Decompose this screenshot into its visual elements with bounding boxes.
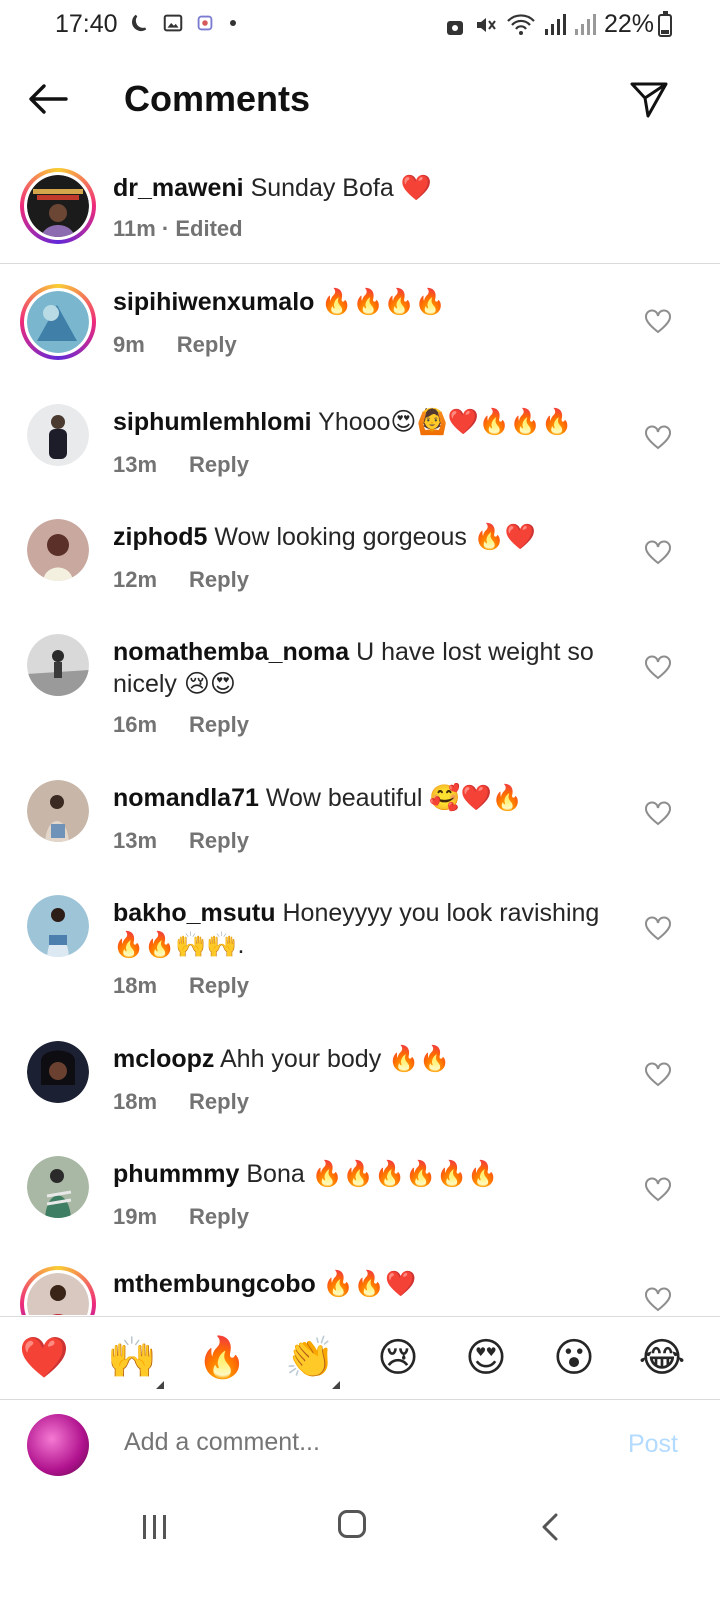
comment-username[interactable]: mcloopz xyxy=(113,1045,214,1073)
heart-icon[interactable] xyxy=(644,1286,672,1314)
comment-text: Wow beautiful 🥰❤️🔥 xyxy=(265,784,523,812)
comment-avatar[interactable] xyxy=(27,1041,89,1103)
comment-time: 13m xyxy=(113,828,158,853)
heart-icon[interactable] xyxy=(644,1176,672,1204)
reply-button[interactable]: Reply xyxy=(177,332,237,357)
comment-avatar[interactable] xyxy=(27,519,89,581)
comment-username[interactable]: ziphod5 xyxy=(113,523,207,551)
wifi-icon xyxy=(507,13,535,35)
home-icon[interactable] xyxy=(338,1510,366,1538)
comment-text: Ahh your body 🔥🔥 xyxy=(219,1045,451,1073)
emoji-raised-hands[interactable]: 🙌 xyxy=(102,1333,162,1383)
post-button[interactable]: Post xyxy=(628,1430,678,1459)
avatar-image xyxy=(27,1273,89,1315)
heart-icon[interactable] xyxy=(644,539,672,567)
battery-fill xyxy=(661,29,669,34)
heart-icon[interactable] xyxy=(644,424,672,452)
emoji-heart[interactable]: ❤️ xyxy=(14,1333,74,1383)
comment-avatar[interactable] xyxy=(27,780,89,842)
comment-avatar[interactable] xyxy=(20,1266,96,1315)
comment-text: 🔥🔥❤️ xyxy=(322,1270,417,1298)
comment-username[interactable]: siphumlemhlomi xyxy=(113,408,312,436)
heart-icon[interactable] xyxy=(644,915,672,943)
comment-time: 18m xyxy=(113,973,158,998)
comment-time: 9m xyxy=(113,332,145,357)
comment-text: 🔥🔥🔥🔥 xyxy=(321,288,446,316)
reply-button[interactable]: Reply xyxy=(189,973,249,998)
comment-time: 18m xyxy=(113,1089,158,1114)
comment-input[interactable] xyxy=(124,1428,564,1457)
emoji-crying[interactable]: 😢 xyxy=(368,1333,428,1383)
comment-username[interactable]: nomandla71 xyxy=(113,784,259,812)
post-caption: dr_maweni Sunday Bofa ❤️ 11m · Edited xyxy=(0,160,720,264)
gallery-icon xyxy=(163,14,183,32)
caption-avatar-image xyxy=(27,175,89,237)
back-arrow-icon[interactable] xyxy=(26,76,72,122)
reply-button[interactable]: Reply xyxy=(189,1204,249,1229)
comment-time: 13m xyxy=(113,452,158,477)
add-comment-bar: Post xyxy=(0,1400,720,1490)
alarm-lock-icon xyxy=(446,20,463,35)
skin-tone-indicator xyxy=(156,1381,164,1389)
signal-icon xyxy=(544,13,566,35)
emoji-fire[interactable]: 🔥 xyxy=(192,1333,252,1383)
signal-icon-2 xyxy=(574,13,596,35)
caption-text: Sunday Bofa ❤️ xyxy=(250,174,432,202)
status-time: 17:40 xyxy=(55,10,118,38)
heart-icon[interactable] xyxy=(644,800,672,828)
comment-username[interactable]: bakho_msutu xyxy=(113,899,276,927)
emoji-clap[interactable]: 👏 xyxy=(280,1333,340,1383)
heart-icon[interactable] xyxy=(644,308,672,336)
comment-avatar[interactable] xyxy=(27,404,89,466)
recent-apps-icon[interactable] xyxy=(140,1514,170,1540)
emoji-surprised[interactable]: 😮 xyxy=(544,1333,604,1383)
reply-button[interactable]: Reply xyxy=(189,567,249,592)
caption-avatar[interactable] xyxy=(20,168,96,244)
heart-icon[interactable] xyxy=(644,654,672,682)
comment-avatar[interactable] xyxy=(20,284,96,360)
comment-avatar[interactable] xyxy=(27,634,89,696)
comment-username[interactable]: mthembungcobo xyxy=(113,1270,316,1298)
reply-button[interactable]: Reply xyxy=(189,452,249,477)
heart-icon[interactable] xyxy=(644,1061,672,1089)
comment-time: 19m xyxy=(113,1204,158,1229)
mute-icon xyxy=(476,17,496,32)
reply-button[interactable]: Reply xyxy=(189,712,249,737)
more-notifications-dot xyxy=(230,20,236,26)
comment-username[interactable]: nomathemba_noma xyxy=(113,638,349,666)
reply-button[interactable]: Reply xyxy=(189,1089,249,1114)
caption-username[interactable]: dr_maweni xyxy=(113,174,244,202)
skin-tone-indicator xyxy=(332,1381,340,1389)
emoji-reaction-bar: ❤️ 🙌 🔥 👏 😢 😍 😮 😂 xyxy=(0,1316,720,1400)
status-bar: 17:40 22% xyxy=(0,0,720,52)
my-avatar xyxy=(27,1414,89,1476)
comment-text: Bona 🔥🔥🔥🔥🔥🔥 xyxy=(246,1160,499,1188)
comment-time: 12m xyxy=(113,567,158,592)
emoji-laughing[interactable]: 😂 xyxy=(632,1333,692,1383)
reply-button[interactable]: Reply xyxy=(189,828,249,853)
avatar-image xyxy=(27,291,89,353)
comments-list[interactable]: sipihiwenxumalo 🔥🔥🔥🔥 9m Reply siphumlemhl… xyxy=(0,270,720,1315)
comment-username[interactable]: sipihiwenxumalo xyxy=(113,288,314,316)
comment-time: 16m xyxy=(113,712,158,737)
moon-icon xyxy=(132,14,147,32)
comment-text: Yhooo😍🙆❤️🔥🔥🔥 xyxy=(318,408,573,436)
comment-avatar[interactable] xyxy=(27,1156,89,1218)
comment-username[interactable]: phummmy xyxy=(113,1160,239,1188)
page-title: Comments xyxy=(124,78,311,119)
emoji-heart-eyes[interactable]: 😍 xyxy=(456,1333,516,1383)
app-notification-icon xyxy=(197,15,213,31)
header: Comments xyxy=(0,60,720,140)
comment-avatar[interactable] xyxy=(27,895,89,957)
battery-percent: 22% xyxy=(603,10,654,38)
nav-back-icon[interactable] xyxy=(538,1512,562,1542)
comment-text: Wow looking gorgeous 🔥❤️ xyxy=(214,523,537,551)
send-icon[interactable] xyxy=(628,78,670,120)
battery-icon xyxy=(658,11,672,37)
system-nav-bar xyxy=(0,1490,720,1600)
caption-meta: 11m · Edited xyxy=(113,216,243,241)
